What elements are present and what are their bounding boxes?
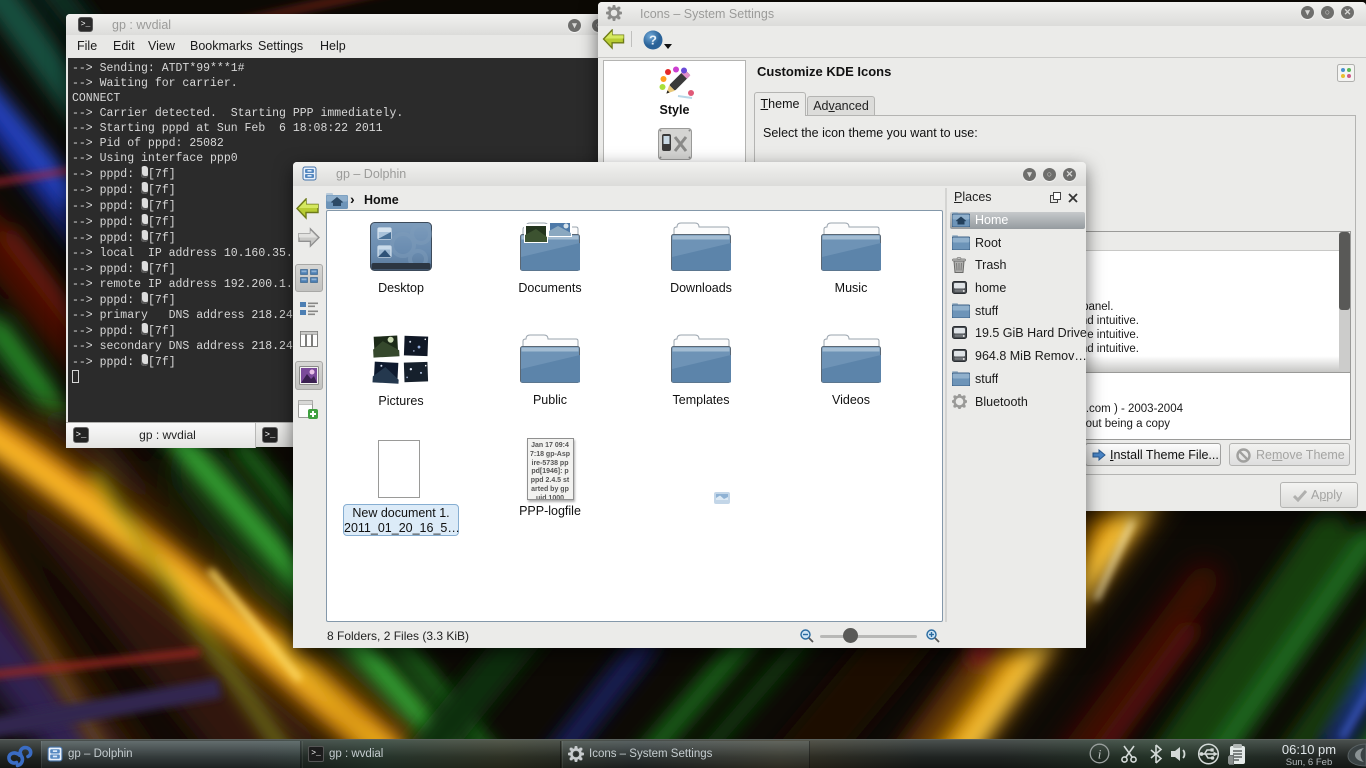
svg-text:?: ?	[649, 33, 657, 48]
svg-text:i: i	[1098, 747, 1102, 762]
